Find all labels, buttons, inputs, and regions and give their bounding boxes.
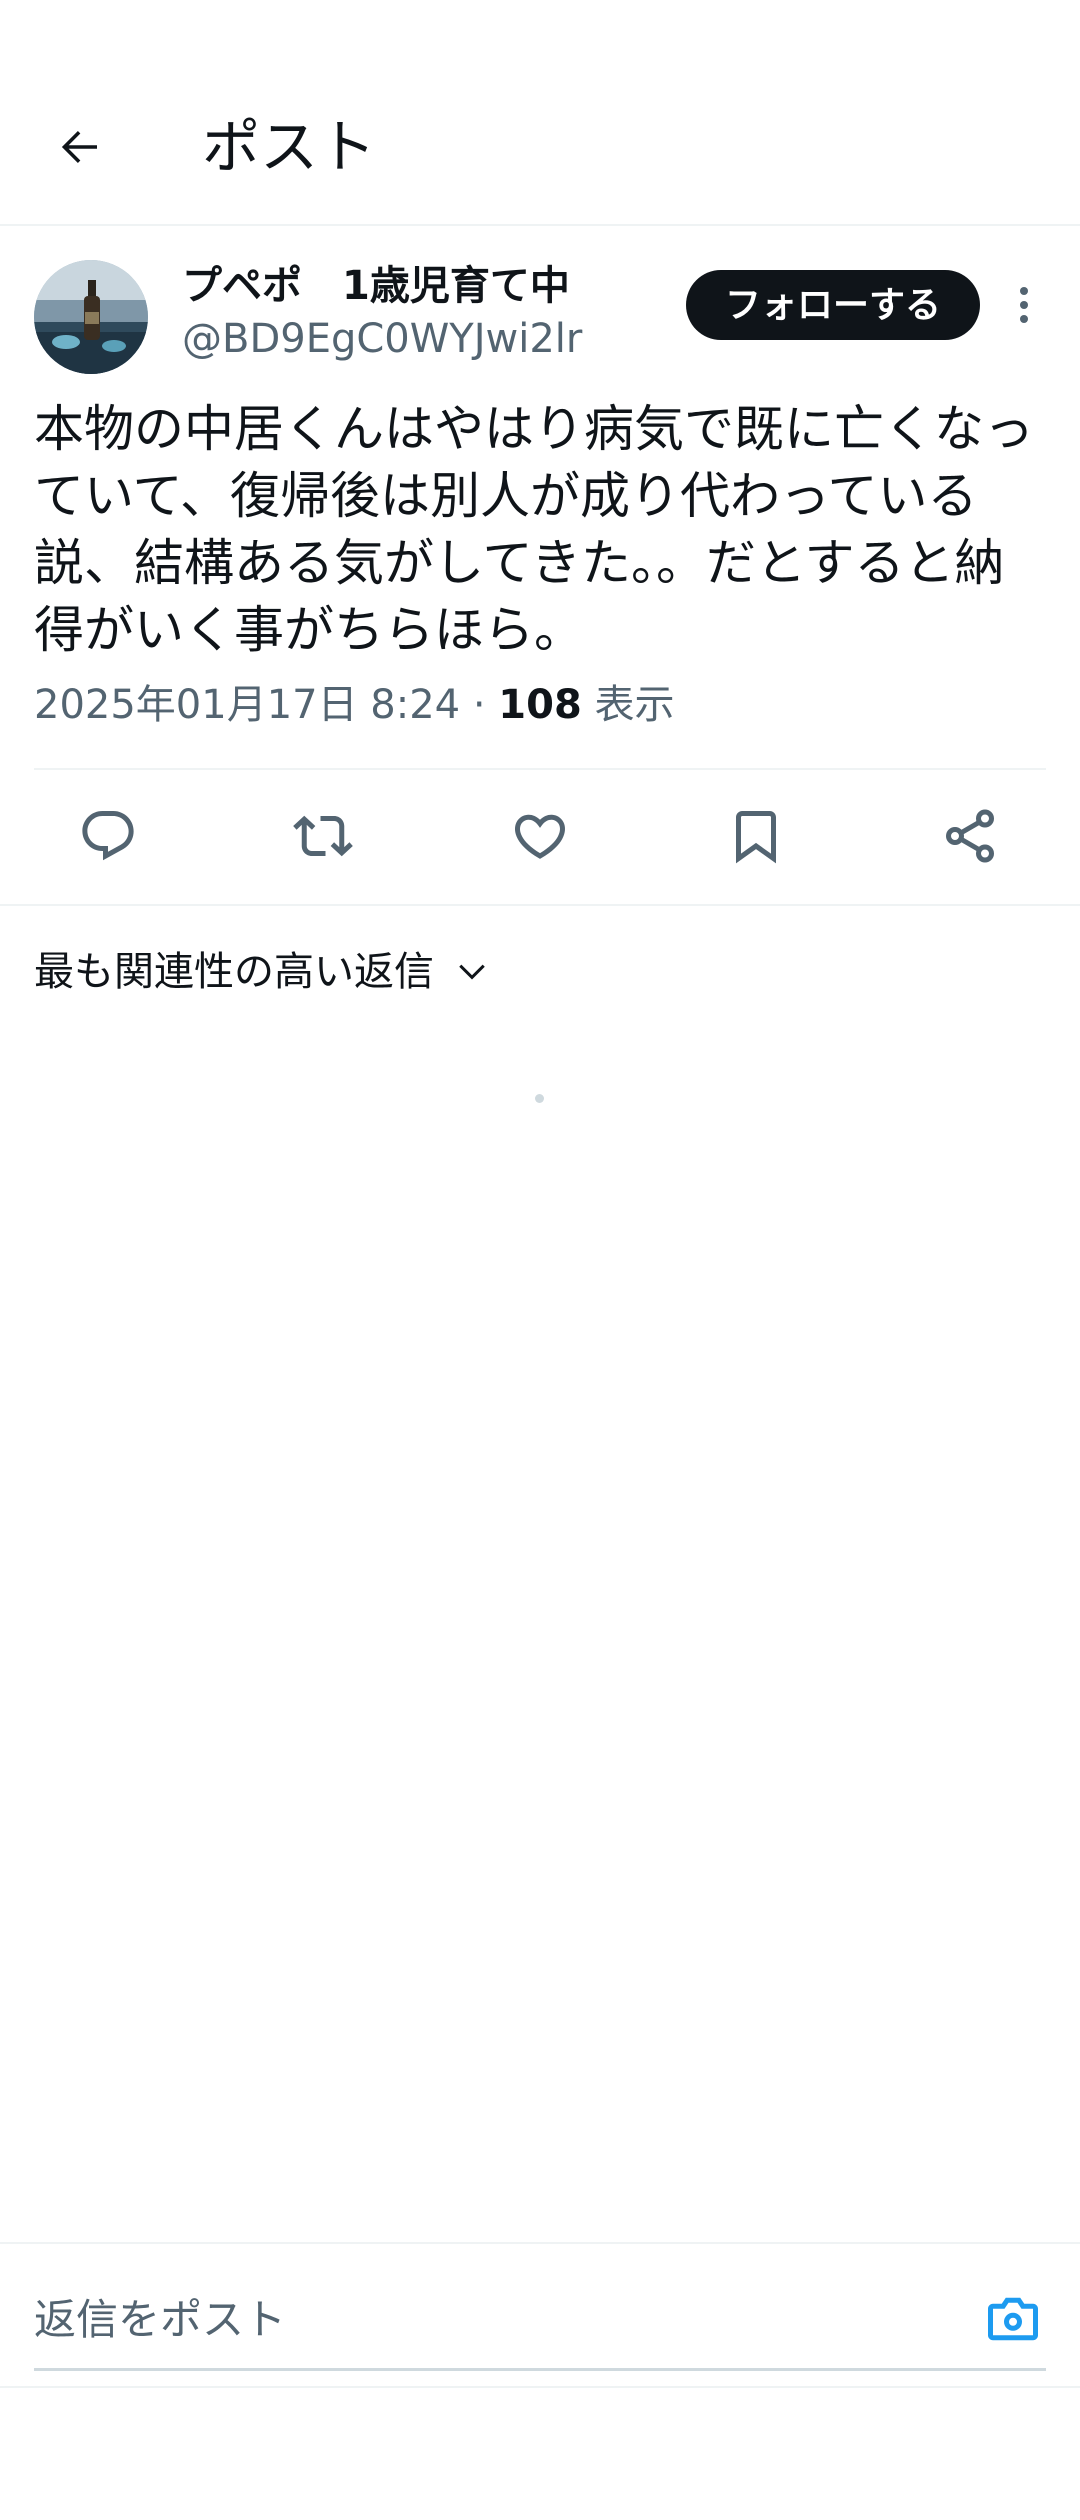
- post-detail-screen: ポスト プペポ 1歳児育て中 @BD9EgC0WYJwi2lr フォローする 本…: [0, 0, 1080, 2520]
- meta-separator: ·: [460, 682, 499, 728]
- camera-button[interactable]: [980, 2286, 1046, 2352]
- reply-button[interactable]: [70, 798, 146, 874]
- reply-input-underline: [34, 2368, 1046, 2371]
- like-button[interactable]: [502, 798, 578, 874]
- share-button[interactable]: [932, 798, 1008, 874]
- share-icon: [946, 809, 994, 863]
- page-title: ポスト: [202, 113, 377, 181]
- back-button[interactable]: [44, 112, 114, 182]
- author-handle[interactable]: @BD9EgC0WYJwi2lr: [182, 314, 582, 364]
- loading-indicator: [535, 1094, 544, 1103]
- reply-sort-dropdown[interactable]: 最も関連性の高い返信: [34, 940, 494, 1004]
- post-timestamp[interactable]: 2025年01月17日 8:24: [34, 682, 460, 728]
- reply-sort-label: 最も関連性の高い返信: [34, 949, 434, 995]
- repost-button[interactable]: [285, 798, 361, 874]
- post-actions: [0, 770, 1080, 904]
- more-vertical-icon: [1020, 287, 1028, 323]
- bookmark-icon: [736, 811, 776, 864]
- camera-icon: [988, 2297, 1038, 2341]
- follow-button[interactable]: フォローする: [686, 270, 980, 340]
- views-label: 表示: [581, 682, 675, 728]
- post-text: 本物の中居くんはやはり病気で既に亡くなっていて、復帰後は別人が成り代わっている説…: [34, 400, 1034, 659]
- avatar[interactable]: [34, 260, 148, 374]
- reply-composer: [0, 2242, 1080, 2388]
- repost-icon: [293, 815, 353, 857]
- top-app-bar: ポスト: [0, 0, 1080, 226]
- bookmark-button[interactable]: [718, 798, 794, 874]
- views-count[interactable]: 108: [498, 682, 582, 728]
- reply-icon: [82, 811, 134, 861]
- heart-icon: [514, 814, 566, 859]
- reply-input[interactable]: [34, 2284, 934, 2354]
- post-meta: 2025年01月17日 8:24 · 108 表示: [34, 676, 675, 734]
- chevron-down-icon: [454, 952, 494, 992]
- profile-photo: [34, 260, 148, 374]
- author-display-name[interactable]: プペポ 1歳児育て中: [182, 260, 570, 312]
- divider: [0, 2386, 1080, 2388]
- divider: [0, 904, 1080, 906]
- more-options-button[interactable]: [1004, 280, 1044, 330]
- arrow-left-icon: [61, 131, 97, 163]
